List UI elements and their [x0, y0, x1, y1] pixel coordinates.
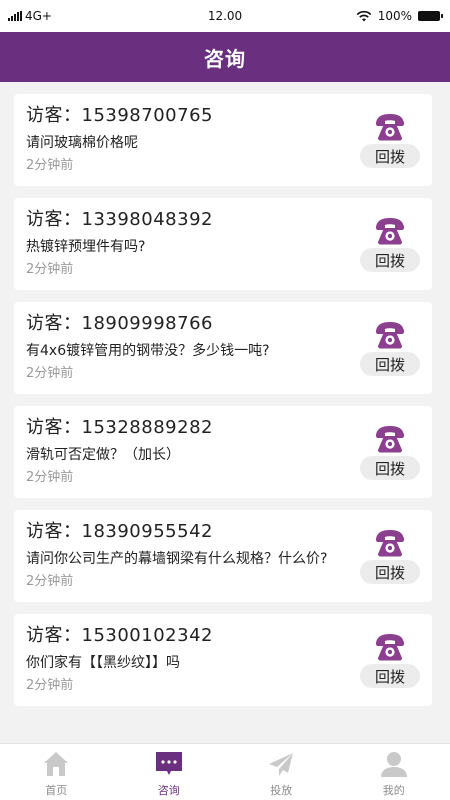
- callback-label: 回拨: [360, 144, 420, 168]
- chat-icon: [155, 752, 182, 775]
- tab-home[interactable]: 首页: [0, 744, 113, 800]
- phone-icon: [376, 426, 404, 453]
- message-card: 访客：15398700765 请问玻璃棉价格呢 2分钟前 回拨: [14, 94, 432, 186]
- callback-button[interactable]: 回拨: [360, 216, 420, 272]
- battery-icon: [418, 11, 443, 21]
- tab-label: 咨询: [157, 784, 180, 797]
- send-icon: [269, 753, 294, 776]
- tab-publish[interactable]: 投放: [225, 744, 338, 800]
- phone-icon: [376, 322, 404, 349]
- home-icon: [44, 752, 69, 776]
- battery-percent: 100%: [377, 9, 412, 23]
- tab-label: 投放: [270, 784, 293, 797]
- page-title: 咨询: [204, 46, 246, 71]
- callback-button[interactable]: 回拨: [360, 528, 420, 584]
- callback-button[interactable]: 回拨: [360, 424, 420, 480]
- callback-label: 回拨: [360, 560, 420, 584]
- callback-label: 回拨: [360, 248, 420, 272]
- message-card: 访客：18909998766 有4x6镀锌管用的钢带没？多少钱一吨? 2分钟前 …: [14, 302, 432, 394]
- tab-consult[interactable]: 咨询: [113, 744, 226, 800]
- wifi-icon: [356, 10, 372, 22]
- phone-icon: [376, 114, 404, 141]
- tab-mine[interactable]: 我的: [338, 744, 450, 800]
- status-bar: 4G+ 12.00 100%: [0, 0, 450, 32]
- phone-icon: [376, 530, 404, 557]
- callback-label: 回拨: [360, 352, 420, 376]
- callback-label: 回拨: [360, 664, 420, 688]
- callback-button[interactable]: 回拨: [360, 320, 420, 376]
- tab-label: 首页: [45, 784, 68, 797]
- message-card: 访客：18390955542 请问你公司生产的幕墙钢梁有什么规格？什么价? 2分…: [14, 510, 432, 602]
- tab-bar: 首页 咨询 投放 我的: [0, 743, 450, 800]
- status-right: 100%: [356, 9, 443, 23]
- callback-label: 回拨: [360, 456, 420, 480]
- message-card: 访客：13398048392 热镀锌预埋件有吗? 2分钟前 回拨: [14, 198, 432, 290]
- phone-icon: [376, 634, 404, 661]
- callback-button[interactable]: 回拨: [360, 632, 420, 688]
- header: 咨询: [0, 32, 450, 82]
- phone-icon: [376, 218, 404, 245]
- message-card: 访客：15328889282 滑轨可否定做？（加长） 2分钟前 回拨: [14, 406, 432, 498]
- user-icon: [380, 752, 407, 777]
- message-list: 访客：15398700765 请问玻璃棉价格呢 2分钟前 回拨 访客：13398…: [0, 82, 450, 706]
- callback-button[interactable]: 回拨: [360, 112, 420, 168]
- message-card: 访客：15300102342 你们家有【【黑纱纹】】吗 2分钟前 回拨: [14, 614, 432, 706]
- tab-label: 我的: [382, 784, 405, 797]
